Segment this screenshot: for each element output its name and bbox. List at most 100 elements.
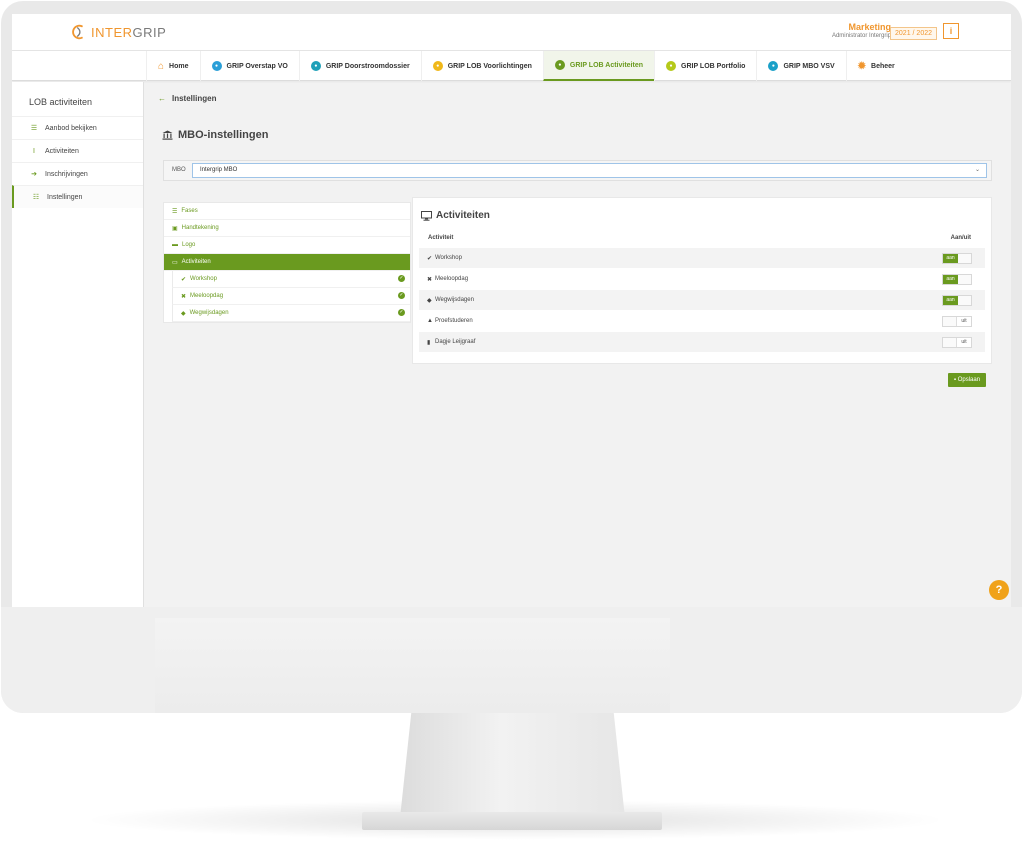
nav-item-grip-lob-activiteiten[interactable]: ● GRIP LOB Activiteiten	[542, 51, 654, 81]
activity-label: Meeloopdag	[435, 276, 469, 282]
activity-toggle[interactable]: aan	[942, 274, 972, 285]
mbo-select-value: Intergrip MBO	[200, 167, 238, 173]
grip-portfolio-icon: ●	[666, 61, 676, 71]
toggle-state-label: aan	[943, 275, 958, 284]
nav-item-grip-lob-portfolio[interactable]: ● GRIP LOB Portfolio	[654, 51, 756, 81]
activities-panel-title: Activiteiten	[421, 210, 490, 221]
activity-label: Wegwijsdagen	[435, 297, 474, 303]
gear-icon: ✹	[857, 60, 867, 72]
tools-icon: ✖	[427, 276, 433, 283]
activity-row: ▮ Dagje Leijgraaf uit	[419, 331, 985, 352]
tree-subitem-workshop[interactable]: ✔ Workshop ✓	[172, 271, 410, 288]
activity-toggle[interactable]: uit	[942, 316, 972, 327]
activity-row: ✖ Meeloopdag aan	[419, 268, 985, 289]
back-arrow-icon[interactable]: ←	[158, 94, 166, 103]
sidebar-item-instellingen[interactable]: ☷ Instellingen	[12, 185, 143, 208]
tree-subitem-label: Meeloopdag	[190, 293, 224, 299]
breadcrumb: ← Instellingen	[158, 94, 216, 103]
intergrip-logo[interactable]: INTERGRIP	[70, 23, 166, 41]
home-icon: ⌂	[158, 60, 165, 72]
activity-label: Dagje Leijgraaf	[435, 339, 476, 345]
nav-item-label: GRIP MBO VSV	[783, 62, 835, 70]
id-card-icon: ▣	[172, 225, 178, 232]
school-year-badge[interactable]: 2021 / 2022	[890, 27, 937, 40]
sidebar-item-inschrijvingen[interactable]: ➔ Inschrijvingen	[12, 162, 143, 185]
nav-item-label: GRIP LOB Voorlichtingen	[447, 62, 532, 70]
activity-toggle[interactable]: uit	[942, 337, 972, 348]
logo-text-inter: INTER	[91, 24, 133, 40]
monitor-icon: ▭	[172, 259, 178, 266]
sliders-icon: ☷	[32, 194, 40, 201]
sidebar-item-label: Instellingen	[47, 193, 83, 201]
mbo-selector: MBO Intergrip MBO ⌄	[163, 160, 992, 181]
save-button[interactable]: ▪ Opslaan	[948, 373, 986, 387]
monitor-stand-base	[362, 812, 662, 830]
tree-item-handtekening[interactable]: ▣ Handtekening	[164, 220, 410, 237]
sidebar-item-label: Activiteiten	[45, 147, 79, 155]
tree-subitem-wegwijsdagen[interactable]: ◆ Wegwijsdagen ✓	[172, 305, 410, 322]
activity-row: ▲ Proefstuderen uit	[419, 310, 985, 331]
user-role: Administrator Intergrip	[831, 33, 891, 39]
nav-item-grip-doorstroomdossier[interactable]: ● GRIP Doorstroomdossier	[298, 51, 421, 81]
nav-item-label: GRIP LOB Portfolio	[681, 62, 746, 70]
grip-activiteiten-icon: ●	[554, 60, 565, 70]
main-content: ← Instellingen MBO-instellingen MBO Inte…	[145, 82, 1011, 607]
tools-icon: ✖	[181, 293, 187, 300]
save-button-label: Opslaan	[957, 377, 981, 383]
sidebar-item-aanbod-bekijken[interactable]: ☰ Aanbod bekijken	[12, 116, 143, 139]
tree-item-label: Activiteiten	[181, 259, 211, 265]
sidebar-title: LOB activiteiten	[29, 97, 93, 107]
check-circle-icon: ✔	[427, 255, 433, 262]
nav-item-grip-overstap-vo[interactable]: ● GRIP Overstap VO	[199, 51, 299, 81]
list-icon: ☰	[172, 208, 178, 215]
cursor-icon: I	[33, 147, 35, 155]
grip-vsv-icon: ●	[768, 61, 779, 71]
activity-toggle[interactable]: aan	[942, 295, 972, 306]
tree-item-label: Logo	[182, 242, 196, 248]
monitor-chin-reflection	[155, 618, 670, 713]
logo-text: INTERGRIP	[91, 25, 166, 40]
sidebar-item-label: Aanbod bekijken	[45, 124, 97, 132]
screen: INTERGRIP Marketing Administrator Interg…	[12, 14, 1011, 607]
check-icon: ✓	[398, 292, 405, 299]
tree-item-activiteiten[interactable]: ▭ Activiteiten	[164, 254, 410, 271]
nav-item-beheer[interactable]: ✹ Beheer	[845, 51, 906, 81]
grip-overstap-icon: ●	[211, 61, 222, 71]
settings-tree: ☰ Fases ▣ Handtekening ▬ Logo ▭ Activiteiten ✔ Wo…	[163, 202, 411, 323]
nav-item-home[interactable]: ⌂ Home	[146, 51, 200, 81]
user-info[interactable]: Marketing Administrator Intergrip	[832, 22, 891, 39]
tree-item-label: Fases	[181, 208, 198, 214]
tree-subitem-label: Workshop	[190, 276, 217, 282]
activity-row: ✔ Workshop aan	[419, 247, 985, 268]
activity-toggle[interactable]: aan	[942, 253, 972, 264]
nav-item-label: Home	[169, 62, 189, 70]
chevron-down-icon: ⌄	[974, 167, 980, 173]
nav-items: ⌂ Home ● GRIP Overstap VO ● GRIP Doorstroomdo…	[146, 51, 906, 81]
column-header-toggle: Aan/uit	[950, 235, 971, 241]
tree-item-logo[interactable]: ▬ Logo	[164, 237, 410, 254]
page-title: MBO-instellingen	[162, 129, 268, 141]
mbo-select[interactable]: Intergrip MBO ⌄	[192, 163, 987, 178]
binoculars-icon: ◆	[427, 297, 432, 304]
toggle-state-label: aan	[943, 296, 958, 305]
graduation-cap-icon: ▲	[427, 318, 433, 324]
sidebar-menu: ☰ Aanbod bekijken I Activiteiten ➔ Inschrijvi…	[12, 116, 143, 208]
sidebar-item-activiteiten[interactable]: I Activiteiten	[12, 139, 143, 162]
activities-table: ✔ Workshop aan ✖ Meeloopdag aan ◆ Wegwijsdagen a…	[419, 247, 985, 352]
info-button[interactable]: i	[943, 23, 959, 39]
column-header-activity: Activiteit	[428, 235, 454, 241]
nav-item-grip-mbo-vsv[interactable]: ● GRIP MBO VSV	[756, 51, 845, 81]
activity-label: Workshop	[435, 255, 462, 261]
tree-item-fases[interactable]: ☰ Fases	[164, 203, 410, 220]
tree-item-label: Handtekening	[181, 225, 219, 231]
nav-item-label: GRIP LOB Activiteiten	[569, 61, 643, 69]
toggle-state-label: uit	[956, 317, 971, 326]
nav-item-grip-lob-voorlichtingen[interactable]: ● GRIP LOB Voorlichtingen	[420, 51, 543, 81]
tree-subitem-meeloopdag[interactable]: ✖ Meeloopdag ✓	[172, 288, 410, 305]
logo-text-grip: GRIP	[132, 24, 167, 40]
monitor-icon	[421, 210, 432, 221]
building-icon: ▮	[427, 339, 431, 346]
help-button[interactable]: ?	[989, 580, 1009, 600]
breadcrumb-label[interactable]: Instellingen	[172, 94, 216, 103]
image-icon: ▬	[172, 242, 178, 248]
